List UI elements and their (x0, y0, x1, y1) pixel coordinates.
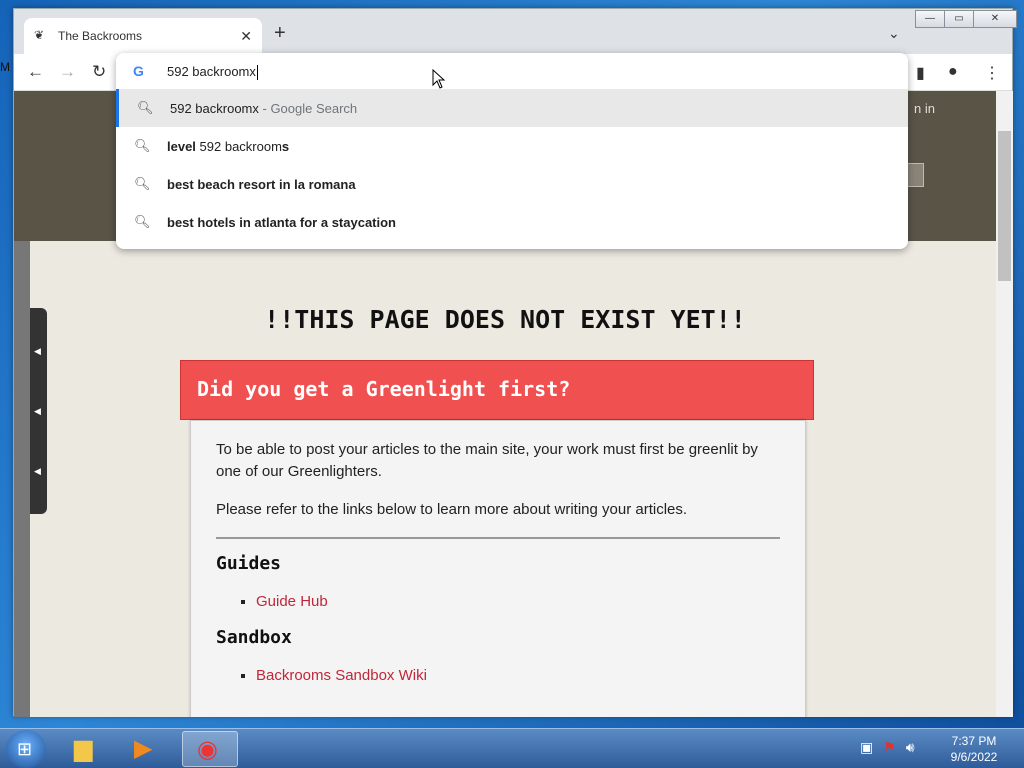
close-button[interactable]: ✕ (973, 10, 1017, 28)
tab-search-chevron-icon[interactable]: ⌄ (888, 25, 900, 42)
back-arrow-icon[interactable]: ← (27, 62, 44, 82)
suggestion-item[interactable]: 🔍︎ best beach resort in la romana (116, 165, 908, 203)
divider (216, 537, 780, 539)
omnibox-dropdown: G 592 backroomx 🔍︎ 592 backroomx - Googl… (116, 53, 908, 249)
browser-tab[interactable]: ❦ The Backrooms ✕ (24, 18, 262, 54)
address-bar[interactable]: G 592 backroomx (116, 53, 908, 89)
desktop-icon-label: M (0, 60, 10, 74)
media-player-icon: ▶ (134, 735, 153, 762)
sandbox-heading: Sandbox (216, 627, 292, 648)
list-item: Backrooms Sandbox Wiki (256, 665, 780, 687)
clock-time: 7:37 PM (951, 734, 997, 748)
tab-title: The Backrooms (58, 29, 143, 43)
page-title: !!THIS PAGE DOES NOT EXIST YET!! (264, 305, 746, 334)
chrome-icon: ◉ (197, 736, 218, 763)
guides-list: Guide Hub (256, 591, 780, 613)
profile-avatar-icon[interactable]: ● (948, 63, 958, 81)
clock-date: 9/6/2022 (950, 750, 998, 764)
page-scrollbar[interactable] (996, 91, 1013, 717)
article-paragraph: To be able to post your articles to the … (216, 441, 758, 480)
folder-icon: ▆ (74, 735, 93, 762)
search-icon: 🔍︎ (134, 176, 151, 191)
windows-logo-icon: ⊞ (17, 739, 33, 759)
arrow-left-icon[interactable]: ◀ (34, 466, 41, 477)
maximize-button[interactable]: ▭ (944, 10, 974, 28)
site-favicon-icon: ❦ (34, 28, 45, 42)
arrow-left-icon[interactable]: ◀ (34, 346, 41, 357)
forward-arrow-icon[interactable]: → (59, 62, 76, 82)
menu-kebab-icon[interactable]: ⋮ (984, 63, 1000, 83)
article-paragraph: Please refer to the links below to learn… (216, 501, 688, 518)
sign-in-link[interactable]: n in (914, 101, 935, 116)
side-panel-toggle[interactable]: ◀ ◀ ◀ (30, 308, 47, 514)
start-button[interactable]: ⊞ (6, 730, 46, 768)
taskbar: ⊞ ▆ ▶ ◉ ▣ ⚑ 🔊︎ 7:37 PM 9/6/2022 (0, 728, 1024, 768)
tab-strip: ❦ The Backrooms ✕ + ⌄ — ▭ ✕ (14, 9, 1017, 54)
list-item: Guide Hub (256, 591, 780, 613)
minimize-button[interactable]: — (915, 10, 945, 28)
system-tray: ▣ ⚑ 🔊︎ (860, 739, 915, 756)
arrow-left-icon[interactable]: ◀ (34, 406, 41, 417)
chrome-taskbar-button[interactable]: ◉ (182, 731, 238, 767)
search-icon: 🔍︎ (134, 214, 151, 229)
sandbox-list: Backrooms Sandbox Wiki (256, 665, 780, 687)
network-icon[interactable]: ▣ (860, 739, 873, 756)
search-icon: 🔍︎ (134, 138, 151, 153)
suggestion-item[interactable]: 🔍︎ 592 backroomx - Google Search (116, 89, 908, 127)
tab-close-icon[interactable]: ✕ (240, 28, 252, 45)
new-tab-button[interactable]: + (274, 23, 286, 43)
search-icon: 🔍︎ (137, 100, 154, 115)
media-player-taskbar-button[interactable]: ▶ (120, 731, 176, 767)
explorer-taskbar-button[interactable]: ▆ (60, 731, 116, 767)
suggestion-item[interactable]: 🔍︎ level 592 backrooms (116, 127, 908, 165)
article-body: To be able to post your articles to the … (190, 420, 806, 717)
sandbox-wiki-link[interactable]: Backrooms Sandbox Wiki (256, 667, 427, 684)
clock[interactable]: 7:37 PM 9/6/2022 (938, 733, 1010, 765)
guide-hub-link[interactable]: Guide Hub (256, 593, 328, 610)
guides-heading: Guides (216, 553, 282, 574)
scrollbar-thumb[interactable] (998, 131, 1011, 281)
reload-icon[interactable]: ↻ (92, 62, 106, 82)
greenlight-banner: Did you get a Greenlight first? (180, 360, 814, 420)
action-center-flag-icon[interactable]: ⚑ (883, 739, 896, 756)
side-panel-icon[interactable]: ▮ (916, 63, 925, 83)
volume-icon[interactable]: 🔊︎ (906, 739, 915, 756)
window-controls: — ▭ ✕ (915, 10, 1017, 28)
greenlight-title: Did you get a Greenlight first? (197, 377, 571, 401)
google-icon: G (133, 63, 144, 79)
address-input[interactable]: 592 backroomx (167, 64, 258, 81)
suggestion-item[interactable]: 🔍︎ best hotels in atlanta for a staycati… (116, 203, 908, 241)
